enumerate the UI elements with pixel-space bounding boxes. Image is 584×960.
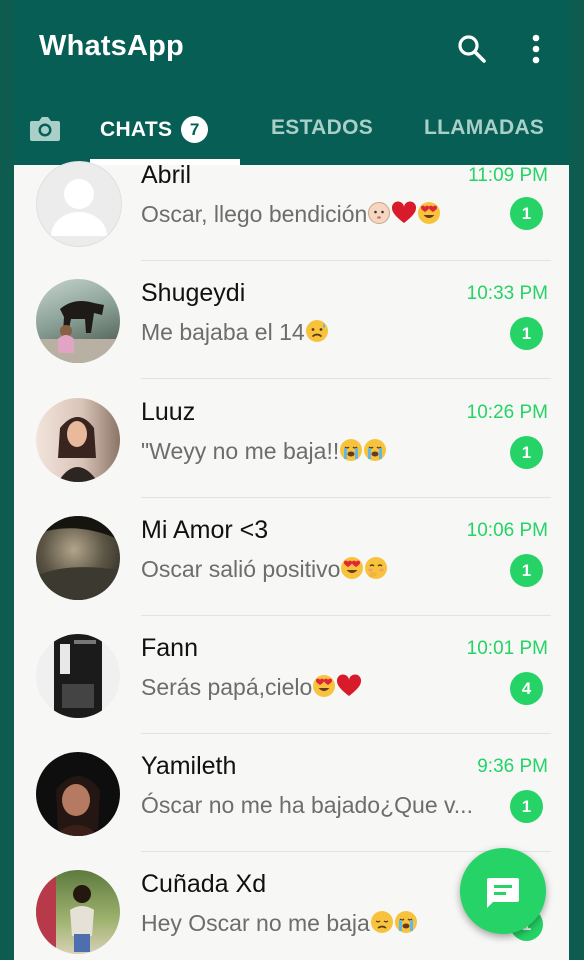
unread-count-badge: 4 [510, 672, 543, 705]
unread-count-badge: 1 [510, 790, 543, 823]
message-preview-text: Me bajaba el 14 [141, 319, 305, 345]
message-time: 10:06 PM [466, 520, 548, 541]
contact-photo-avatar [36, 398, 120, 482]
chat-row[interactable]: Fann 10:01 PM Serás papá,cielo 4 [14, 616, 569, 734]
message-preview: Me bajaba el 14 [141, 319, 496, 349]
contact-name: Yamileth [141, 752, 237, 780]
heart-eyes-emoji [417, 201, 441, 231]
new-chat-button[interactable] [460, 848, 546, 934]
message-preview-text: Serás papá,cielo [141, 674, 313, 700]
message-preview: Óscar no me ha bajado¿Que v... [141, 792, 496, 819]
message-preview: Oscar, llego bendición [141, 201, 496, 231]
chat-row[interactable]: Yamileth 9:36 PM Óscar no me ha bajado¿Q… [14, 734, 569, 852]
crying-emoji [339, 438, 363, 468]
message-preview: Serás papá,cielo [141, 674, 496, 704]
app-bar: WhatsApp CHATS 7 ESTADOS LLAMADAS [14, 0, 569, 165]
message-preview-text: Oscar, llego bendición [141, 201, 368, 227]
row-divider [141, 378, 551, 379]
message-time: 10:01 PM [466, 638, 548, 659]
crying-emoji [363, 438, 387, 468]
chat-row[interactable]: Luuz 10:26 PM "Weyy no me baja!! 1 [14, 380, 569, 498]
tab-estados[interactable]: ESTADOS [271, 116, 373, 140]
message-time: 9:36 PM [477, 756, 548, 777]
red-heart-emoji [336, 674, 362, 704]
tab-chats[interactable]: CHATS 7 [100, 116, 209, 143]
red-heart-emoji [391, 201, 417, 231]
message-preview-text: Hey Oscar no me baja [141, 910, 370, 936]
chat-row[interactable]: Mi Amor <3 10:06 PM Oscar salió positivo… [14, 498, 569, 616]
contact-photo-avatar [36, 279, 120, 363]
default-avatar-icon [36, 161, 122, 247]
phone-screen: WhatsApp CHATS 7 ESTADOS LLAMADAS Abril … [14, 0, 569, 960]
sad-emoji [370, 910, 394, 940]
tab-chats-label: CHATS [100, 117, 173, 141]
search-icon[interactable] [456, 33, 488, 65]
message-preview-text: Oscar salió positivo [141, 556, 341, 582]
contact-photo-avatar [36, 870, 120, 954]
message-preview-text: "Weyy no me baja!! [141, 438, 340, 464]
camera-icon[interactable] [28, 111, 62, 145]
message-time: 10:26 PM [466, 402, 548, 423]
chat-row[interactable]: Abril 11:09 PM Oscar, llego bendición 1 [14, 143, 569, 261]
unread-count-badge: 1 [510, 197, 543, 230]
contact-photo-avatar [36, 634, 120, 718]
unread-count-badge: 1 [510, 554, 543, 587]
contact-name: Cuñada Xd [141, 870, 267, 898]
sad-sweat-emoji [305, 319, 329, 349]
tab-llamadas[interactable]: LLAMADAS [424, 116, 544, 140]
message-time: 11:09 PM [468, 165, 548, 186]
message-preview: Hey Oscar no me baja [141, 910, 496, 940]
blushing-emoji [364, 556, 388, 586]
unread-count-badge: 1 [510, 436, 543, 469]
more-vert-icon[interactable] [522, 31, 550, 67]
chat-row[interactable]: Shugeydi 10:33 PM Me bajaba el 14 1 [14, 261, 569, 379]
message-preview: Oscar salió positivo [141, 556, 496, 586]
contact-name: Fann [141, 634, 198, 662]
app-title: WhatsApp [39, 30, 184, 62]
new-chat-icon [487, 878, 519, 908]
contact-name: Luuz [141, 398, 196, 426]
contact-photo-avatar [36, 752, 120, 836]
message-time: 10:33 PM [466, 283, 548, 304]
heart-eyes-emoji [340, 556, 364, 586]
contact-name: Abril [141, 161, 192, 189]
contact-name: Mi Amor <3 [141, 516, 269, 544]
crying-emoji [394, 910, 418, 940]
baby-emoji [367, 201, 391, 231]
unread-count-badge: 1 [510, 317, 543, 350]
contact-photo-avatar [36, 516, 120, 600]
chats-unread-badge: 7 [181, 116, 209, 143]
message-preview: "Weyy no me baja!! [141, 438, 496, 468]
heart-eyes-emoji [312, 674, 336, 704]
message-preview-text: Óscar no me ha bajado¿Que v... [141, 792, 473, 818]
contact-name: Shugeydi [141, 279, 246, 307]
